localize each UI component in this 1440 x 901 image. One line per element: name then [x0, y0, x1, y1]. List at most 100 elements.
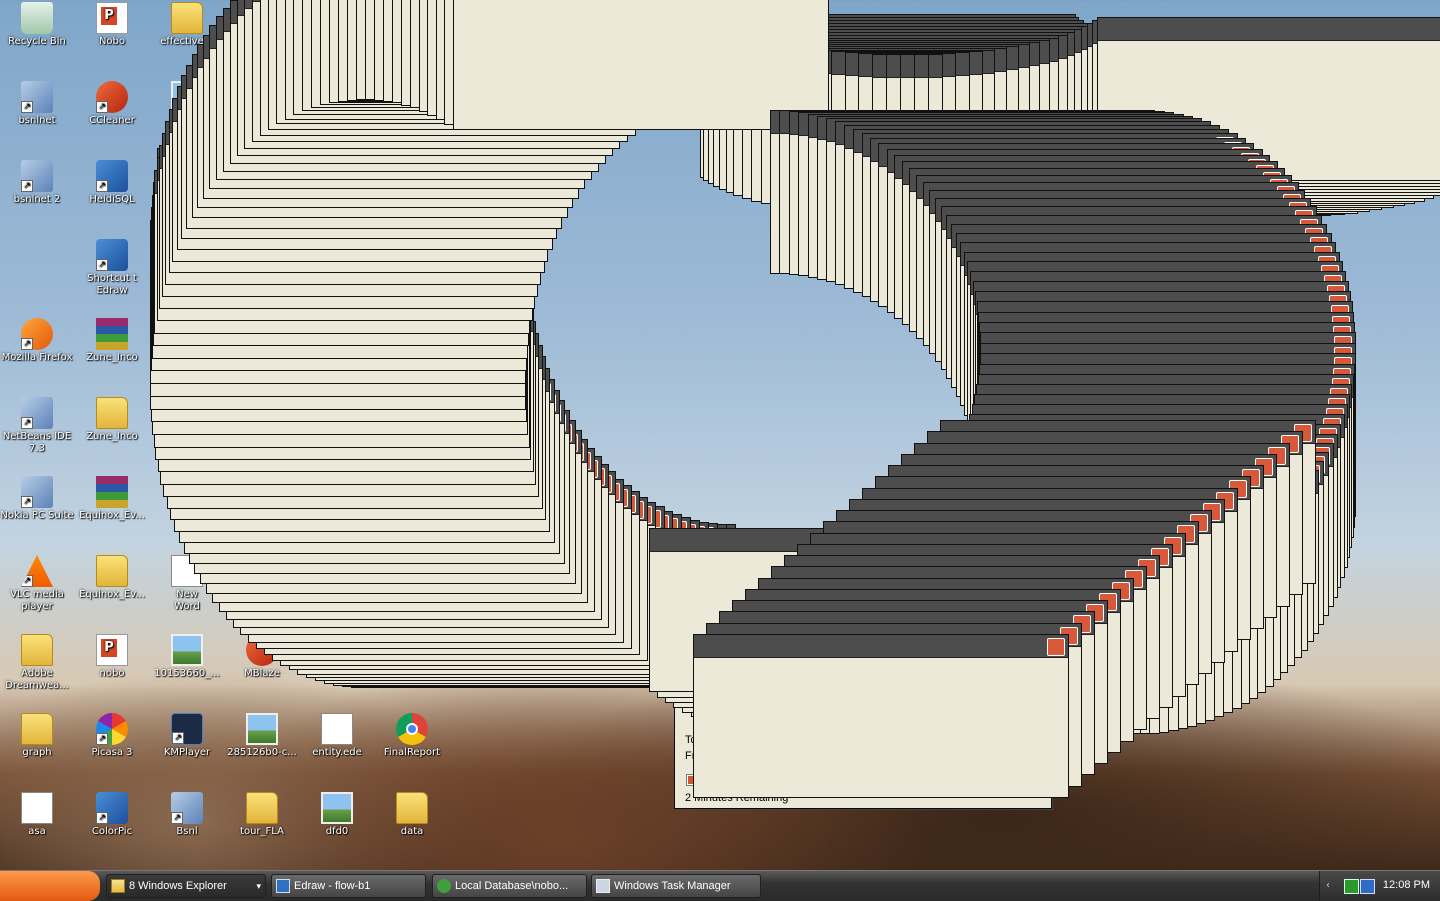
desktop-icon[interactable]: How to Calculate t...: [450, 2, 524, 60]
moving-dialog-ghost[interactable]: Moving... ✕: [157, 148, 535, 178]
desktop-icon[interactable]: Mozilla Firefox: [0, 318, 74, 364]
desktop-icon-label: 285126b0-c...: [227, 747, 297, 758]
desktop-icon-label: Shortcut t Edraw: [87, 273, 137, 296]
desktop-icon[interactable]: MTS TV: [300, 2, 374, 48]
edraw-icon: [96, 239, 128, 271]
chrome-icon: [396, 713, 428, 745]
dialog-titlebar[interactable]: Moving... ✕: [158, 149, 534, 175]
system-tray: ‹ 12:08 PM: [1319, 871, 1440, 901]
desktop-icon[interactable]: Zune_Inco: [75, 397, 149, 443]
desktop-icon[interactable]: graph: [0, 713, 74, 759]
close-icon[interactable]: ✕: [510, 152, 530, 172]
desktop-icon[interactable]: dfd0: [300, 792, 374, 838]
text-document-icon: [21, 792, 53, 824]
desktop-icon[interactable]: 285126b0-c...: [225, 713, 299, 759]
desktop-icon[interactable]: 10153660_...: [150, 634, 224, 680]
flying-paper-icon: [850, 680, 866, 696]
desktop-icon-label: dfd0: [325, 826, 349, 837]
desktop-icon[interactable]: ColorPic: [75, 792, 149, 838]
time-remaining-label: 2 Minutes Remaining: [685, 792, 789, 804]
desktop-icon[interactable]: VLC media player: [0, 555, 74, 613]
desktop-icon[interactable]: HeidiSQL: [75, 160, 149, 206]
edraw-file-icon: [321, 713, 353, 745]
desktop-icon-label: NetBeans IDE 7.3: [2, 431, 72, 454]
desktop-icon[interactable]: MBlaze: [225, 634, 299, 680]
task-manager-icon: [596, 879, 610, 893]
desktop-icon-label: MTS TV: [318, 36, 356, 47]
desktop-icon-label: Nobo: [98, 36, 126, 47]
desktop-icon[interactable]: Picasa 3: [75, 713, 149, 759]
kmplayer-tray-icon[interactable]: [1360, 879, 1375, 894]
tray-expand-icon[interactable]: ‹: [1326, 879, 1339, 892]
desktop-icon-label: CCleaner: [89, 115, 135, 126]
dialog-title: Moving...: [162, 155, 210, 167]
desktop-icon[interactable]: Equinox_Ev...: [75, 555, 149, 601]
taskbar-button[interactable]: Edraw - flow-b1: [271, 874, 426, 898]
network-tray-icon[interactable]: [1344, 879, 1359, 894]
desktop-icon-label: Zune_Inco: [86, 431, 138, 442]
image-icon: [171, 81, 203, 113]
dropdown-arrow-icon[interactable]: ▾: [256, 875, 261, 897]
desktop-icon-label: WP: [179, 115, 195, 126]
desktop-icon[interactable]: Equinox_Ev...: [75, 476, 149, 522]
desktop-icon[interactable]: FinalReport: [375, 713, 449, 759]
winrar-icon: [96, 476, 128, 508]
desktop-icon-label: Equinox_Ev...: [79, 589, 145, 600]
desktop-icon-label: KMPlayer: [163, 747, 211, 758]
image-icon: [321, 792, 353, 824]
desktop-icon-label: bsnlnet 2: [13, 194, 61, 205]
taskbar-button[interactable]: Windows Task Manager: [591, 874, 761, 898]
netbeans-icon: [21, 397, 53, 429]
cancel-button[interactable]: Cancel: [981, 774, 1037, 794]
desktop-icon[interactable]: Internet: [225, 2, 299, 48]
desktop-icon[interactable]: asa: [0, 792, 74, 838]
desktop-icon-label: VLC media player: [10, 589, 64, 612]
folder-icon: [21, 634, 53, 666]
network-connection-icon: [171, 792, 203, 824]
desktop-icon[interactable]: KMPlayer: [150, 713, 224, 759]
desktop-icon-label: Bsnl: [176, 826, 198, 837]
desktop-icon[interactable]: nobo: [75, 634, 149, 680]
desktop-icon-label: tour_FLA: [240, 826, 284, 837]
dialog-titlebar[interactable]: Moving... ✕: [675, 646, 1051, 672]
desktop-icon[interactable]: Zune_Inco: [75, 318, 149, 364]
taskbar-button-label: Local Database\nobo...: [455, 880, 569, 892]
desktop-icon[interactable]: New Word: [150, 555, 224, 613]
desktop-icon-label: Recycle Bin: [8, 36, 66, 47]
destination-folder-icon: [923, 700, 951, 722]
desktop-icon[interactable]: entity.ede: [300, 713, 374, 759]
desktop-icon[interactable]: WP: [150, 81, 224, 127]
desktop-icon-label: FinalReport: [383, 747, 441, 758]
desktop-icon[interactable]: tour_FLA: [225, 792, 299, 838]
taskbar-button[interactable]: Local Database\nobo...: [432, 874, 587, 898]
kmplayer-icon: [171, 713, 203, 745]
taskbar-button[interactable]: 8 Windows Explorer ▾: [106, 874, 266, 898]
desktop-icon[interactable]: bsnlnet 2: [0, 160, 74, 206]
desktop-icon-label: Nokia PC Suite: [0, 510, 74, 521]
desktop-icon[interactable]: Bsnl: [150, 792, 224, 838]
image-icon: [246, 713, 278, 745]
desktop-icon-label: Equinox_Ev...: [79, 510, 145, 521]
desktop-icon[interactable]: Adobe Dreamwea...: [0, 634, 74, 692]
taskbar-button-label: Windows Task Manager: [614, 880, 731, 892]
clock[interactable]: 12:08 PM: [1383, 879, 1430, 891]
close-icon[interactable]: ✕: [1027, 649, 1047, 669]
desktop-icon[interactable]: CCleaner: [75, 81, 149, 127]
desktop-icon[interactable]: Recycle Bin: [0, 2, 74, 48]
desktop-icon[interactable]: effective-n: [150, 2, 224, 48]
desktop-icon[interactable]: data: [375, 792, 449, 838]
desktop-icon[interactable]: level2: [375, 2, 449, 48]
start-button[interactable]: [0, 871, 100, 901]
desktop-icon[interactable]: Nokia PC Suite: [0, 476, 74, 522]
desktop-icon-label: MBlaze: [244, 668, 280, 679]
progress-bar-fill: [688, 776, 856, 784]
from-to-label: From 'Tucker & Dale Vs EVIL 2...' to 'Tu…: [685, 750, 998, 762]
desktop-icon[interactable]: Shortcut t Edraw: [75, 239, 149, 297]
mblaze-icon: [246, 634, 278, 666]
heidisql-icon: [437, 879, 451, 893]
desktop-icon[interactable]: bsnlnet: [0, 81, 74, 127]
moving-dialog[interactable]: Moving... ✕ TckrDalEvil.2010.BRRip_media…: [674, 645, 1052, 809]
desktop-icon[interactable]: NetBeans IDE 7.3: [0, 397, 74, 455]
desktop-icon[interactable]: Nobo: [75, 2, 149, 48]
nokia-pc-suite-icon: [21, 476, 53, 508]
